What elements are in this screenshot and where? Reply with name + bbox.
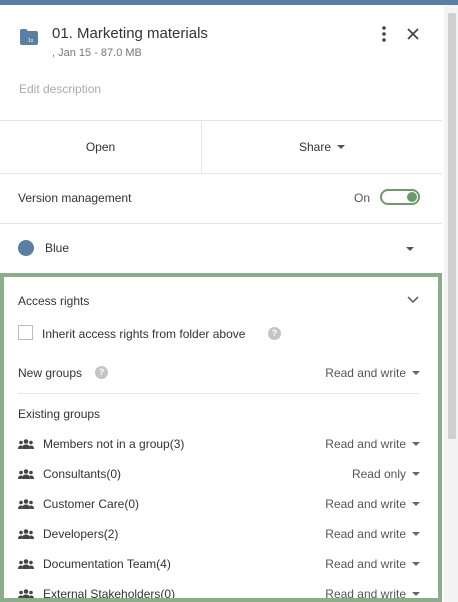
share-button[interactable]: Share xyxy=(202,121,442,173)
more-options-icon[interactable] xyxy=(378,25,390,43)
permission-label: Read and write xyxy=(325,497,406,511)
chevron-down-icon xyxy=(412,371,420,375)
help-icon[interactable]: ? xyxy=(268,327,281,340)
chevron-down-icon xyxy=(412,442,420,446)
group-permission-select[interactable]: Read and write xyxy=(325,587,420,601)
collapse-chevron-icon[interactable] xyxy=(406,295,420,305)
group-name: Documentation Team(4) xyxy=(43,557,171,571)
version-management-row: Version management On xyxy=(0,174,442,224)
group-name: Consultants(0) xyxy=(43,467,122,481)
divider xyxy=(18,393,420,394)
open-button[interactable]: Open xyxy=(0,121,202,173)
group-permission-select[interactable]: Read only xyxy=(352,467,420,481)
folder-icon-badge: 1x xyxy=(28,38,34,44)
action-buttons-row: Open Share xyxy=(0,121,442,174)
version-management-state: On xyxy=(354,191,371,205)
chevron-down-icon xyxy=(412,502,420,506)
group-row: Customer Care(0) Read and write xyxy=(4,495,438,517)
group-icon xyxy=(18,499,34,509)
inherit-access-checkbox[interactable] xyxy=(18,325,33,340)
access-rights-title: Access rights xyxy=(18,294,90,308)
folder-details-panel: 1x 01. Marketing materials , Jan 15 - 87… xyxy=(0,5,442,602)
inherit-access-label: Inherit access rights from folder above xyxy=(42,327,246,341)
group-row: Members not in a group(3) Read and write xyxy=(4,435,438,457)
group-permission-select[interactable]: Read and write xyxy=(325,557,420,571)
group-permission-select[interactable]: Read and write xyxy=(325,527,420,541)
open-button-label: Open xyxy=(85,140,116,154)
chevron-down-icon xyxy=(412,592,420,596)
group-row: Documentation Team(4) Read and write xyxy=(4,555,438,577)
help-icon[interactable]: ? xyxy=(95,366,108,379)
folder-color-select[interactable]: Blue xyxy=(0,224,442,274)
version-management-label: Version management xyxy=(18,191,132,205)
group-name: Customer Care(0) xyxy=(43,497,140,511)
chevron-down-icon xyxy=(412,532,420,536)
permission-label: Read only xyxy=(351,467,406,481)
folder-icon: 1x xyxy=(20,29,38,45)
folder-meta: , Jan 15 - 87.0 MB xyxy=(52,47,142,59)
new-groups-permission-select[interactable]: Read and write xyxy=(325,366,420,380)
group-icon xyxy=(18,559,34,569)
group-permission-select[interactable]: Read and write xyxy=(325,497,420,511)
panel-header: 1x 01. Marketing materials , Jan 15 - 87… xyxy=(0,5,442,121)
access-rights-section: Access rights Inherit access rights from… xyxy=(0,273,442,602)
chevron-down-icon xyxy=(406,247,414,251)
folder-color-label: Blue xyxy=(45,241,70,255)
group-name: Members not in a group(3) xyxy=(43,437,185,451)
share-dropdown-icon xyxy=(337,145,346,149)
permission-label: Read and write xyxy=(325,366,406,380)
group-row: Consultants(0) Read only xyxy=(4,465,438,487)
edit-description-field[interactable]: Edit description xyxy=(19,82,101,96)
version-management-toggle[interactable] xyxy=(380,189,420,205)
group-icon xyxy=(18,439,34,449)
vertical-scrollbar[interactable] xyxy=(444,5,458,602)
permission-label: Read and write xyxy=(325,527,406,541)
close-icon[interactable] xyxy=(404,25,422,43)
group-name: External Stakeholders(0) xyxy=(43,587,176,601)
toggle-knob xyxy=(407,192,417,202)
existing-groups-label: Existing groups xyxy=(18,407,101,421)
group-row: External Stakeholders(0) Read and write xyxy=(4,585,438,601)
scrollbar-thumb[interactable] xyxy=(448,13,456,439)
color-swatch xyxy=(18,240,34,256)
group-row: Developers(2) Read and write xyxy=(4,525,438,547)
share-button-label: Share xyxy=(298,140,332,154)
permission-label: Read and write xyxy=(325,587,406,601)
permission-label: Read and write xyxy=(325,437,406,451)
group-icon xyxy=(18,589,34,598)
chevron-down-icon xyxy=(412,562,420,566)
folder-title: 01. Marketing materials xyxy=(52,25,208,42)
group-permission-select[interactable]: Read and write xyxy=(325,437,420,451)
group-icon xyxy=(18,469,34,479)
permission-label: Read and write xyxy=(325,557,406,571)
chevron-down-icon xyxy=(412,472,420,476)
new-groups-label: New groups xyxy=(18,366,83,380)
group-icon xyxy=(18,529,34,539)
group-name: Developers(2) xyxy=(43,527,119,541)
